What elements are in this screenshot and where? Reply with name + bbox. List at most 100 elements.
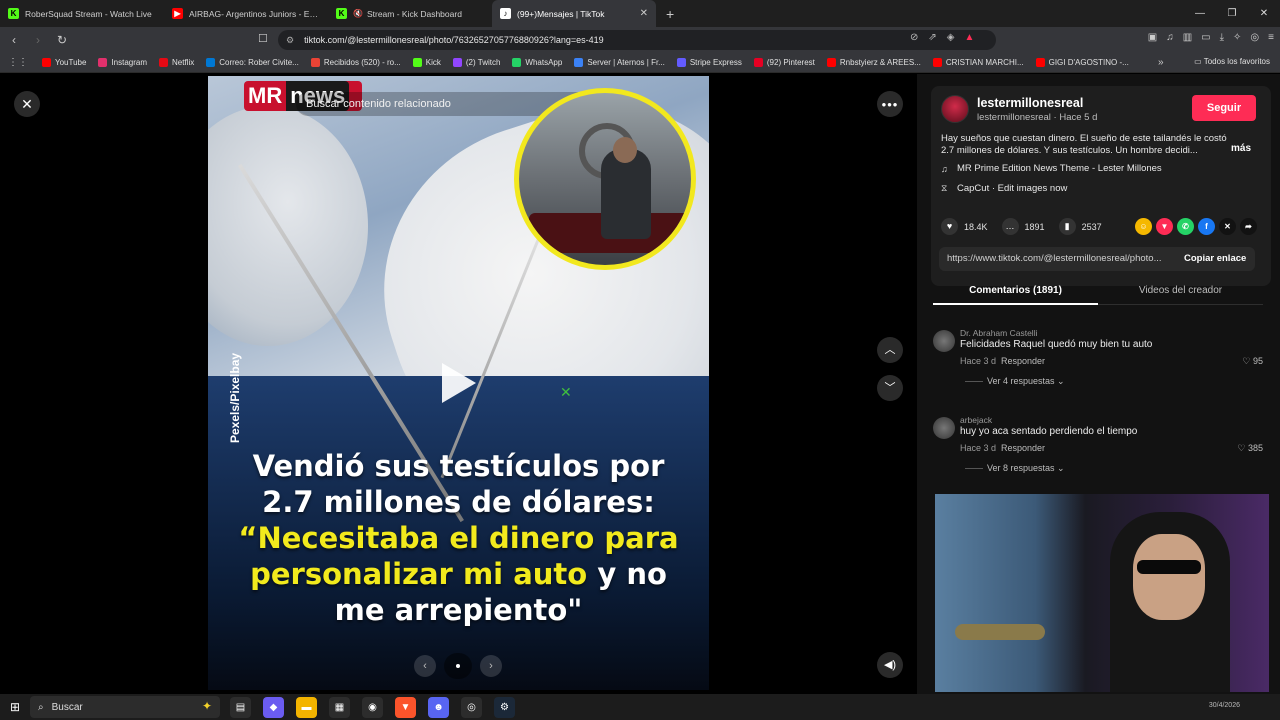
forward-button[interactable]: › bbox=[28, 33, 48, 47]
download-icon[interactable]: ⤓ bbox=[1220, 32, 1224, 43]
bookmark-item[interactable]: Stripe Express bbox=[676, 58, 742, 67]
leo-icon[interactable]: ✧ bbox=[1233, 32, 1241, 43]
brave-shield-icon[interactable]: ◈ bbox=[947, 32, 955, 43]
more-description-link[interactable]: más bbox=[1231, 143, 1251, 154]
follow-button[interactable]: Seguir bbox=[1192, 95, 1256, 121]
tab-creator-videos[interactable]: Videos del creador bbox=[1098, 279, 1263, 305]
x-icon[interactable]: ✕ bbox=[1219, 218, 1236, 235]
browser-tab-roberSquad[interactable]: K RoberSquad Stream - Watch Live bbox=[0, 0, 164, 27]
task-view-icon[interactable]: ▤ bbox=[230, 696, 251, 718]
rewards-icon[interactable]: ▲ bbox=[964, 32, 974, 43]
muted-icon[interactable]: 🔇 bbox=[353, 9, 363, 18]
comment-button[interactable]: … 1891 bbox=[1001, 218, 1045, 235]
like-button[interactable]: ♥ 18.4K bbox=[941, 218, 988, 235]
bookmark-item[interactable]: (2) Twitch bbox=[452, 58, 500, 67]
previous-photo-button[interactable]: ‹ bbox=[414, 655, 436, 677]
back-button[interactable]: ‹ bbox=[4, 33, 24, 47]
browser-tab-airbag[interactable]: ▶ AIRBAG- Argentinos Juniors - EN VIVO bbox=[164, 0, 328, 27]
volume-button[interactable]: ◀) bbox=[877, 652, 903, 678]
share-arrow-icon[interactable]: ➦ bbox=[1240, 218, 1257, 235]
new-tab-button[interactable]: + bbox=[666, 6, 674, 22]
friends-share-icon[interactable]: ☺ bbox=[1135, 218, 1152, 235]
bookmark-item[interactable]: Netflix bbox=[159, 58, 194, 67]
play-icon[interactable] bbox=[442, 363, 476, 403]
reload-button[interactable]: ↻ bbox=[52, 33, 72, 47]
music-link[interactable]: ♫ MR Prime Edition News Theme - Lester M… bbox=[941, 163, 1162, 174]
share-icon[interactable]: ⇗ bbox=[928, 32, 936, 43]
reply-button[interactable]: Responder bbox=[1001, 443, 1045, 453]
previous-post-button[interactable]: ︿ bbox=[877, 337, 903, 363]
reply-button[interactable]: Responder bbox=[1001, 356, 1045, 366]
whatsapp-icon[interactable]: ✆ bbox=[1177, 218, 1194, 235]
bookmark-item[interactable]: GIGI D'AGOSTINO -... bbox=[1035, 58, 1129, 67]
restore-button[interactable]: ❐ bbox=[1216, 0, 1248, 27]
post-link[interactable]: https://www.tiktok.com/@lestermillonesre… bbox=[947, 253, 1169, 264]
commenter-avatar[interactable] bbox=[933, 330, 955, 352]
comment-like-button[interactable]: ♡ 385 bbox=[1237, 443, 1263, 454]
bookmark-item[interactable]: YouTube bbox=[42, 58, 86, 67]
more-options-button[interactable]: ••• bbox=[877, 91, 903, 117]
obs-icon[interactable]: ◉ bbox=[362, 696, 383, 718]
no-tracking-icon[interactable]: ⊘ bbox=[910, 32, 918, 43]
sidebar-icon[interactable]: ▥ bbox=[1183, 32, 1192, 43]
site-info-icon[interactable]: ⚙ bbox=[286, 35, 294, 46]
start-button[interactable]: ⊞ bbox=[0, 700, 30, 714]
creator-username[interactable]: lestermillonesreal bbox=[977, 96, 1083, 110]
close-viewer-button[interactable]: ✕ bbox=[14, 91, 40, 117]
cast-icon[interactable]: ▣ bbox=[1148, 32, 1157, 43]
bookmark-label: Instagram bbox=[111, 58, 148, 67]
bookmark-item[interactable]: CRISTIAN MARCHI... bbox=[932, 58, 1024, 67]
repost-icon[interactable]: ▼ bbox=[1156, 218, 1173, 235]
chrome-icon[interactable]: ◎ bbox=[461, 696, 482, 718]
view-replies-button[interactable]: Ver 4 respuestas ⌄ bbox=[965, 376, 1065, 387]
bookmark-item[interactable]: Correo: Rober Civite... bbox=[206, 58, 299, 67]
taskbar-search[interactable]: ⌕ Buscar ✦ bbox=[30, 696, 220, 718]
apps-grid-icon[interactable]: ⋮⋮ bbox=[8, 57, 28, 68]
taskbar-search-label: Buscar bbox=[51, 701, 83, 713]
commenter-name[interactable]: arbejack bbox=[960, 415, 992, 425]
close-tab-icon[interactable]: ✕ bbox=[640, 8, 648, 19]
bookmark-favicon-icon bbox=[512, 58, 522, 67]
creator-avatar[interactable] bbox=[941, 95, 969, 123]
next-photo-button[interactable]: › bbox=[480, 655, 502, 677]
copy-link-button[interactable]: Copiar enlace bbox=[1184, 253, 1246, 264]
tab-comments[interactable]: Comentarios (1891) bbox=[933, 279, 1098, 305]
close-window-button[interactable]: ✕ bbox=[1248, 0, 1280, 27]
facebook-icon[interactable]: f bbox=[1198, 218, 1215, 235]
menu-icon[interactable]: ≡ bbox=[1268, 32, 1274, 43]
vpn-icon[interactable]: ◎ bbox=[1250, 32, 1259, 43]
bookmark-item[interactable]: Kick bbox=[412, 58, 441, 67]
url-field[interactable]: ⚙ tiktok.com/@lestermillonesreal/photo/7… bbox=[278, 30, 996, 50]
discord-icon[interactable]: ☻ bbox=[428, 696, 449, 718]
file-explorer-icon[interactable]: ▬ bbox=[296, 696, 317, 718]
steam-icon[interactable]: ⚙ bbox=[494, 696, 515, 718]
wallet-icon[interactable]: ▭ bbox=[1201, 32, 1210, 43]
commenter-name[interactable]: Dr. Abraham Castelli bbox=[960, 328, 1037, 338]
all-bookmarks-button[interactable]: ▭ Todos los favoritos bbox=[1194, 57, 1270, 66]
commenter-avatar[interactable] bbox=[933, 417, 955, 439]
bookmark-icon[interactable]: ☐ bbox=[258, 32, 268, 45]
browser-tab-kick-dashboard[interactable]: K 🔇 Stream - Kick Dashboard bbox=[328, 0, 492, 27]
media-icon[interactable]: ♫ bbox=[1166, 32, 1174, 43]
minimize-button[interactable]: — bbox=[1184, 0, 1216, 27]
bookmark-item[interactable]: (92) Pinterest bbox=[753, 58, 815, 67]
more-bookmarks-icon[interactable]: » bbox=[1158, 57, 1164, 68]
photo-slide[interactable]: MR news Buscar contenido relacionado ⌕ P… bbox=[208, 76, 709, 690]
bookmark-item[interactable]: Recibidos (520) - ro... bbox=[310, 58, 401, 67]
view-replies-button[interactable]: Ver 8 respuestas ⌄ bbox=[965, 463, 1065, 474]
bookmark-label: Correo: Rober Civite... bbox=[219, 58, 299, 67]
bookmark-favicon-icon bbox=[98, 58, 108, 67]
store-icon[interactable]: ▦ bbox=[329, 696, 350, 718]
bookmark-item[interactable]: Instagram bbox=[98, 58, 147, 67]
bookmark-item[interactable]: Server | Aternos | Fr... bbox=[574, 58, 665, 67]
copilot-icon[interactable]: ◆ bbox=[263, 696, 284, 718]
next-post-button[interactable]: ﹀ bbox=[877, 375, 903, 401]
comment-like-button[interactable]: ♡ 95 bbox=[1242, 356, 1263, 367]
bookmark-label: WhatsApp bbox=[525, 58, 563, 67]
bookmark-item[interactable]: WhatsApp bbox=[512, 58, 562, 67]
bookmark-item[interactable]: Rnbstyierz & AREES... bbox=[826, 58, 921, 67]
capcut-link[interactable]: ⧖ CapCut · Edit images now bbox=[941, 183, 1067, 194]
brave-icon[interactable]: ▼ bbox=[395, 696, 416, 718]
save-button[interactable]: ▮ 2537 bbox=[1058, 218, 1102, 235]
browser-tab-tiktok[interactable]: ♪ (99+)Mensajes | TikTok ✕ bbox=[492, 0, 656, 27]
